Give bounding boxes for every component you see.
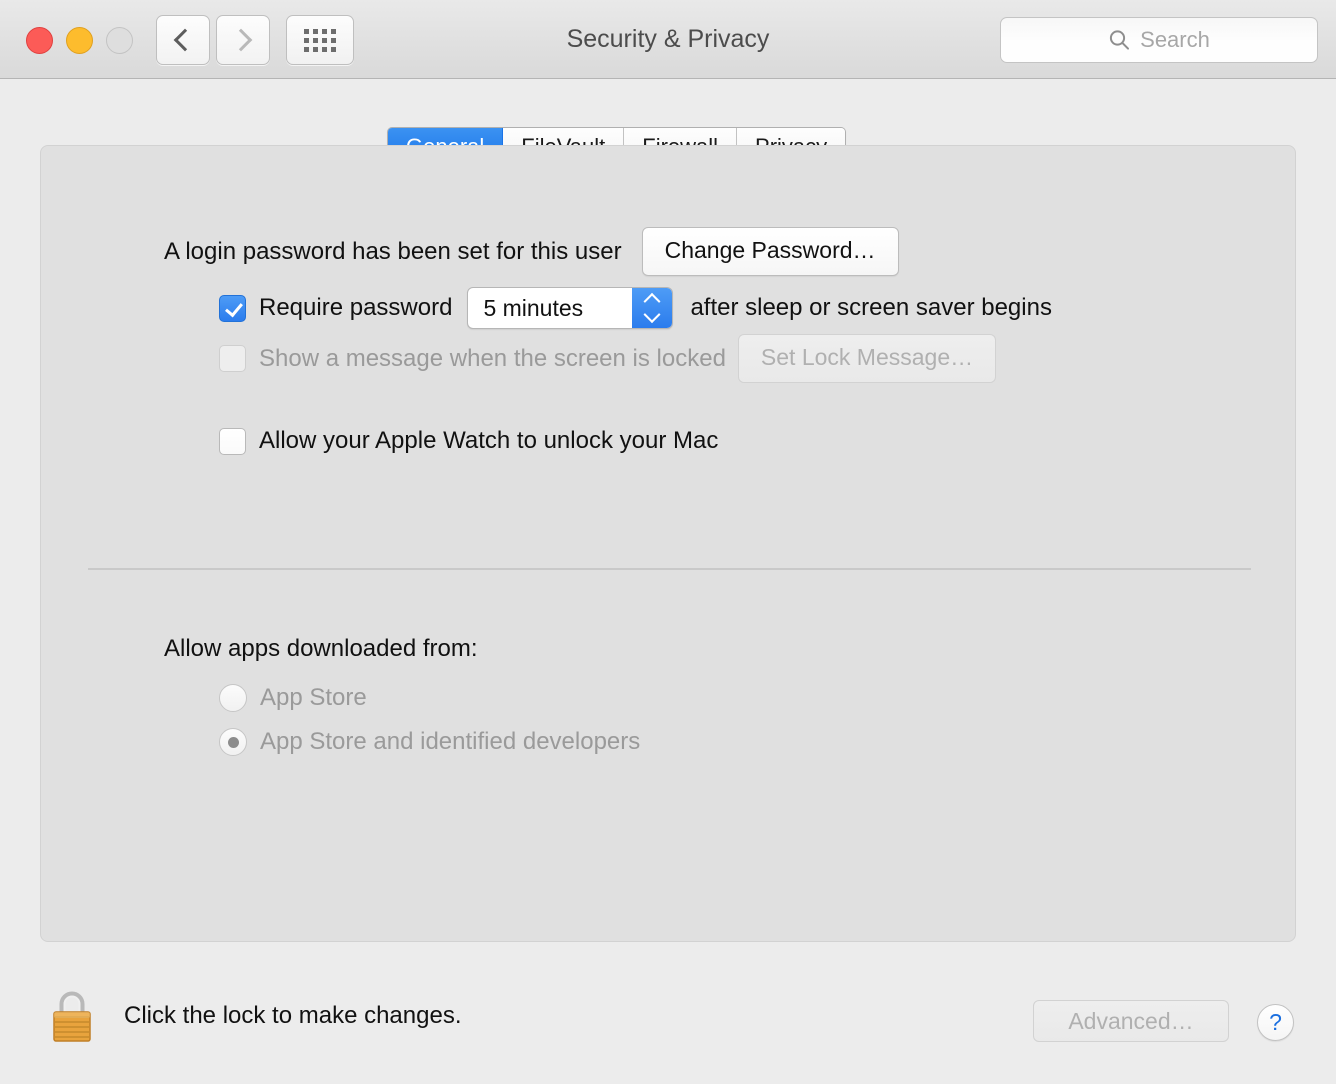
allow-apps-header: Allow apps downloaded from:	[164, 635, 478, 662]
section-divider	[88, 568, 1251, 570]
set-lock-message-button: Set Lock Message…	[737, 334, 997, 383]
login-password-row: A login password has been set for this u…	[164, 227, 899, 276]
radio-identified-developers	[219, 728, 247, 756]
help-button[interactable]: ?	[1257, 1004, 1294, 1041]
allow-apps-option-identified-developers: App Store and identified developers	[219, 728, 640, 756]
show-lock-message-row: Show a message when the screen is locked…	[219, 334, 997, 383]
apple-watch-checkbox[interactable]	[219, 427, 246, 455]
search-icon	[1110, 30, 1130, 50]
login-password-label: A login password has been set for this u…	[164, 237, 622, 265]
apple-watch-row: Allow your Apple Watch to unlock your Ma…	[219, 427, 718, 455]
titlebar: Security & Privacy Search	[0, 0, 1336, 79]
lock-message-label: Click the lock to make changes.	[124, 1002, 462, 1029]
lock-row[interactable]: Click the lock to make changes.	[48, 988, 462, 1044]
require-password-checkbox[interactable]	[219, 294, 246, 322]
require-password-label: Require password	[259, 294, 453, 321]
radio-app-store	[219, 684, 247, 712]
require-password-row: Require password 5 minutes after sleep o…	[219, 287, 1052, 329]
radio-app-store-label: App Store	[260, 684, 367, 711]
radio-identified-developers-label: App Store and identified developers	[260, 728, 641, 755]
search-placeholder: Search	[1140, 27, 1210, 52]
allow-apps-option-app-store: App Store	[219, 684, 367, 712]
advanced-button: Advanced…	[1033, 1000, 1229, 1042]
show-lock-message-checkbox[interactable]	[219, 345, 246, 372]
general-panel: A login password has been set for this u…	[40, 145, 1296, 942]
require-password-delay-select[interactable]: 5 minutes	[467, 287, 674, 329]
stepper-arrows-icon[interactable]	[632, 288, 673, 328]
show-lock-message-label: Show a message when the screen is locked	[259, 344, 726, 372]
lock-closed-icon[interactable]	[48, 988, 96, 1044]
require-password-delay-value: 5 minutes	[483, 294, 584, 321]
apple-watch-label: Allow your Apple Watch to unlock your Ma…	[259, 427, 719, 454]
search-input[interactable]: Search	[1000, 17, 1318, 63]
chevron-down-icon	[643, 306, 661, 324]
change-password-button[interactable]: Change Password…	[641, 227, 899, 276]
system-preferences-window: Security & Privacy Search General FileVa…	[0, 0, 1336, 1084]
require-password-trailing-label: after sleep or screen saver begins	[690, 294, 1052, 321]
